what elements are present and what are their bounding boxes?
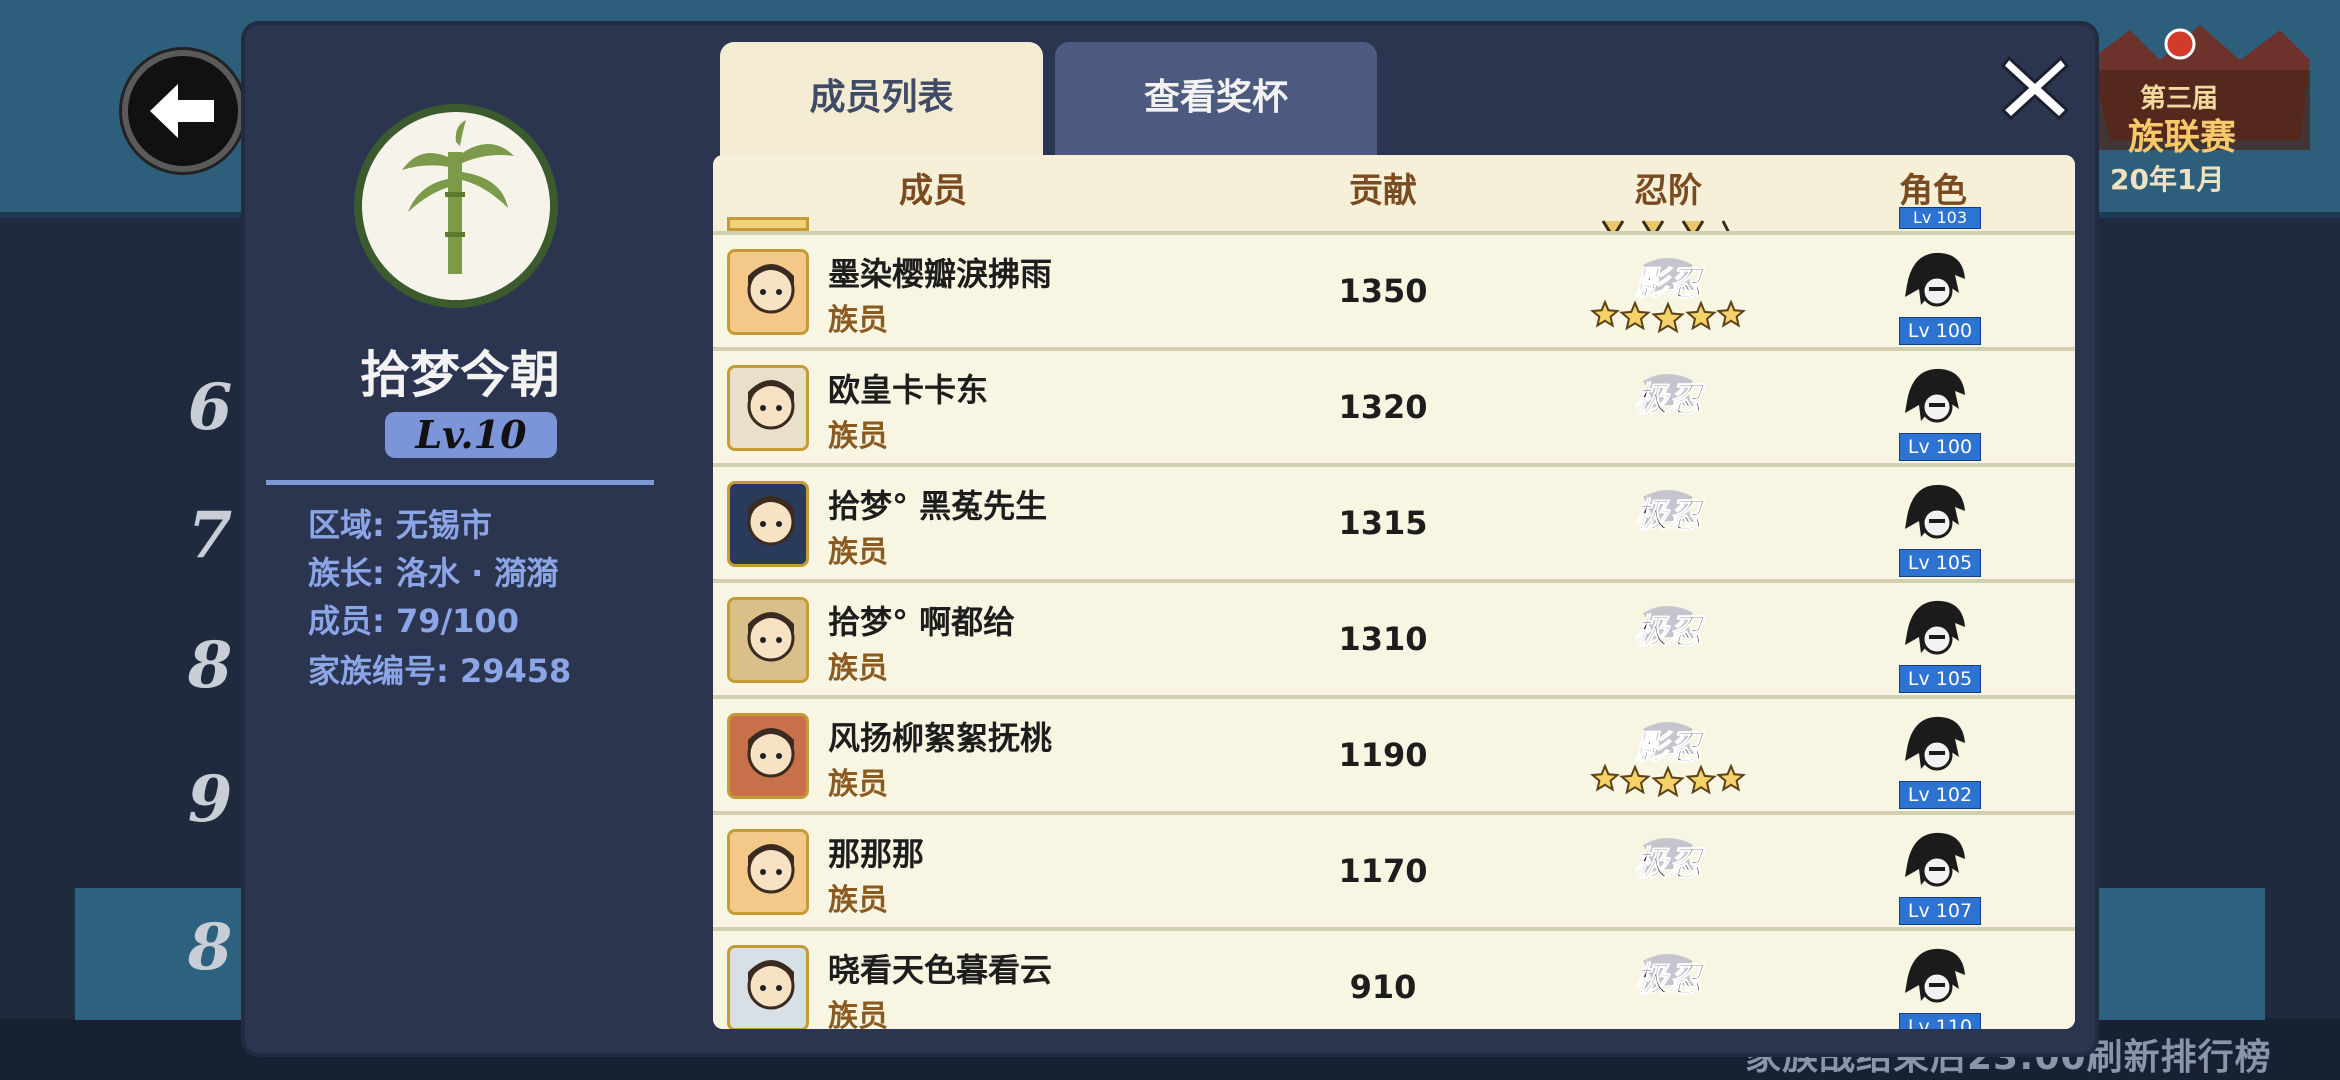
family-leader: 族长: 洛水 · 漪漪 [308,554,559,592]
svg-text:极忍: 极忍 [1634,960,1706,1000]
family-member-count: 成员: 79/100 [308,602,519,640]
header-rank: 忍阶 [1634,171,1702,211]
member-name: 那那那 [828,835,925,873]
close-button[interactable] [1995,48,2075,128]
table-row[interactable]: 拾梦° 黑菟先生 族员 1315 极忍 Lv 105 [713,467,2075,579]
info-divider [266,480,654,485]
member-name: 墨染樱瓣淚拂雨 [828,255,1053,293]
member-avatar[interactable] [727,945,809,1029]
member-avatar[interactable] [727,249,809,335]
family-level-badge: Lv.10 [385,412,557,458]
event-badge-line2: 族联赛 [2128,117,2237,158]
member-avatar[interactable] [727,829,809,915]
member-avatar[interactable] [727,713,809,799]
member-role: 族员 [828,767,888,802]
member-name: 欧皇卡卡东 [828,371,989,409]
member-avatar[interactable] [727,481,809,567]
member-avatar[interactable] [727,597,809,683]
character-level-tag: Lv 105 [1899,665,1981,693]
svg-text:影忍: 影忍 [1634,728,1706,768]
header-contribution: 贡献 [1349,171,1417,211]
table-header: 成员 贡献 忍阶 角色 [713,155,2075,235]
member-role: 族员 [828,651,888,686]
member-name: 拾梦° 黑菟先生 [828,487,1048,525]
member-name: 晓看天色暮看云 [828,951,1053,989]
member-name: 拾梦° 啊都给 [828,603,1016,641]
member-table[interactable]: 成员 贡献 忍阶 角色 Lv 103 墨染樱瓣淚拂雨 族员 1350 影忍 Lv 100… [713,155,2075,1029]
character-level-tag: Lv 110 [1899,1013,1981,1029]
table-row[interactable]: 风扬柳絮絮抚桃 族员 1190 影忍 Lv 102 [713,699,2075,811]
svg-text:极忍: 极忍 [1634,496,1706,536]
elite-ninja-rank-icon: 极忍 [1583,361,1753,453]
svg-text:极忍: 极忍 [1634,380,1706,420]
member-role: 族员 [828,535,888,570]
tab-trophies[interactable]: 查看奖杯 [1055,42,1377,160]
character-level-tag: Lv 100 [1899,317,1981,345]
elite-ninja-rank-icon: 极忍 [1583,593,1753,685]
table-row[interactable]: 欧皇卡卡东族员 1320 极忍 Lv 100 [713,351,2075,463]
back-button[interactable] [122,50,244,172]
bamboo-icon [370,120,542,292]
svg-text:影忍: 影忍 [1634,264,1706,304]
family-logo [362,112,550,300]
event-badge-line3: 20年1月 [2110,163,2225,196]
close-icon [2000,55,2070,121]
family-id: 家族编号: 29458 [308,652,572,690]
character-level-tag: Lv 100 [1899,433,1981,461]
member-contribution: 1170 [1338,852,1428,890]
partial-level-tag: Lv 103 [1899,207,1981,229]
member-contribution: 1350 [1338,272,1428,310]
member-role: 族员 [828,883,888,918]
svg-text:极忍: 极忍 [1634,844,1706,884]
background-rank-number: 8 [187,628,233,703]
background-rank-number: 7 [187,498,233,573]
member-contribution: 1315 [1338,504,1428,542]
table-row[interactable]: 拾梦° 啊都给 族员 1310 极忍 Lv 105 [713,583,2075,695]
back-arrow-icon [150,84,214,138]
elite-ninja-rank-icon: 极忍 [1583,825,1753,917]
svg-text:极忍: 极忍 [1634,612,1706,652]
member-contribution: 1320 [1338,388,1428,426]
background-rank-number: 8 [187,910,233,985]
tab-member-list[interactable]: 成员列表 [720,42,1043,160]
background-rank-number: 6 [187,370,233,445]
background-rank-number: 9 [187,762,233,837]
table-row[interactable]: 那那那族员 1170 极忍 Lv 107 [713,815,2075,927]
elite-ninja-rank-icon: 极忍 [1583,477,1753,569]
member-contribution: 1310 [1338,620,1428,658]
shadow-ninja-rank-icon: 影忍 [1583,245,1753,337]
partial-avatar [727,217,809,231]
table-row[interactable]: 晓看天色暮看云族员 910 极忍 Lv 110 [713,931,2075,1029]
member-role: 族员 [828,419,888,454]
member-role: 族员 [828,303,888,338]
character-level-tag: Lv 105 [1899,549,1981,577]
member-name: 风扬柳絮絮抚桃 [828,719,1053,757]
family-name: 拾梦今朝 [360,346,560,404]
event-badge[interactable]: 第三届 族联赛 20年1月 [2070,20,2330,200]
member-role: 族员 [828,999,888,1029]
member-contribution: 910 [1349,968,1417,1006]
header-member: 成员 [899,171,967,211]
elite-ninja-rank-icon: 极忍 [1583,941,1753,1029]
member-contribution: 1190 [1338,736,1428,774]
family-region: 区域: 无锡市 [308,506,492,544]
character-level-tag: Lv 107 [1899,897,1981,925]
character-level-tag: Lv 102 [1899,781,1981,809]
table-row[interactable]: 墨染樱瓣淚拂雨 族员 1350 影忍 Lv 100 [713,235,2075,347]
member-avatar[interactable] [727,365,809,451]
shadow-ninja-rank-icon: 影忍 [1583,709,1753,801]
